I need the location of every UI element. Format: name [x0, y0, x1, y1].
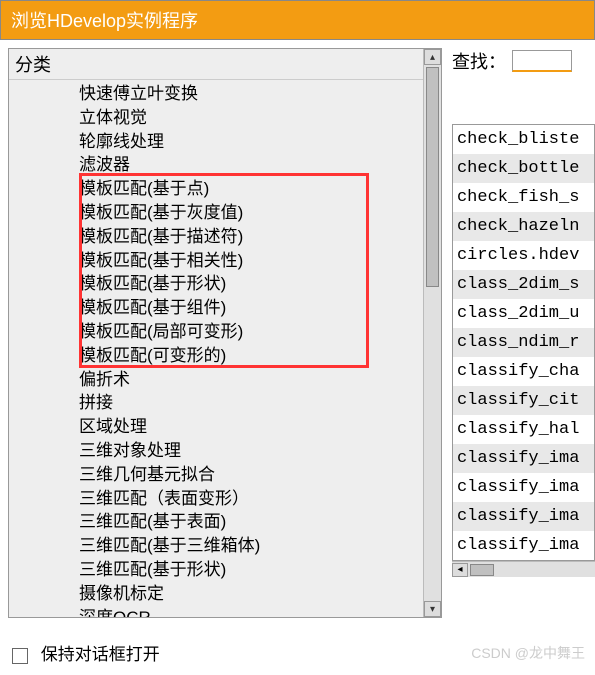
category-item[interactable]: 模板匹配(局部可变形)	[79, 320, 423, 344]
scroll-up-icon[interactable]: ▴	[424, 49, 441, 65]
result-row[interactable]: classify_ima	[453, 444, 594, 473]
result-row[interactable]: classify_cha	[453, 357, 594, 386]
scroll-left-icon[interactable]: ◂	[452, 563, 468, 577]
watermark: CSDN @龙中舞王	[471, 643, 585, 663]
result-row[interactable]: classify_ima	[453, 502, 594, 531]
main-content: 分类 快速傅立叶变换立体视觉轮廓线处理滤波器模板匹配(基于点)模板匹配(基于灰度…	[0, 40, 595, 618]
result-row[interactable]: classify_ima	[453, 473, 594, 502]
scroll-thumb-h[interactable]	[470, 564, 494, 576]
scroll-down-icon[interactable]: ▾	[424, 601, 441, 617]
category-item[interactable]: 模板匹配(基于形状)	[79, 272, 423, 296]
category-item[interactable]: 模板匹配(基于相关性)	[79, 249, 423, 273]
result-scrollbar-h[interactable]: ◂	[452, 561, 595, 577]
result-row[interactable]: check_bottle	[453, 154, 594, 183]
category-panel: 分类 快速傅立叶变换立体视觉轮廓线处理滤波器模板匹配(基于点)模板匹配(基于灰度…	[8, 48, 442, 618]
category-item[interactable]: 快速傅立叶变换	[79, 82, 423, 106]
category-list[interactable]: 快速傅立叶变换立体视觉轮廓线处理滤波器模板匹配(基于点)模板匹配(基于灰度值)模…	[9, 80, 423, 617]
keep-open-checkbox[interactable]: 保持对话框打开	[12, 640, 160, 665]
category-item[interactable]: 拼接	[79, 391, 423, 415]
category-scrollbar[interactable]: ▴ ▾	[423, 49, 441, 617]
result-row[interactable]: classify_hal	[453, 415, 594, 444]
result-list[interactable]: check_blistecheck_bottlecheck_fish_schec…	[452, 124, 595, 561]
result-row[interactable]: class_2dim_s	[453, 270, 594, 299]
search-input[interactable]	[512, 50, 572, 72]
category-item[interactable]: 深度OCR	[79, 606, 423, 617]
category-item[interactable]: 三维匹配(基于表面)	[79, 510, 423, 534]
category-box: 分类 快速傅立叶变换立体视觉轮廓线处理滤波器模板匹配(基于点)模板匹配(基于灰度…	[9, 49, 423, 617]
window-title: 浏览HDevelop实例程序	[0, 0, 595, 40]
result-row[interactable]: check_hazeln	[453, 212, 594, 241]
search-row: 查找：	[452, 48, 595, 74]
scroll-thumb[interactable]	[426, 67, 439, 287]
result-row[interactable]: class_2dim_u	[453, 299, 594, 328]
category-item[interactable]: 立体视觉	[79, 106, 423, 130]
result-row[interactable]: check_bliste	[453, 125, 594, 154]
category-item[interactable]: 区域处理	[79, 415, 423, 439]
category-item[interactable]: 模板匹配(可变形的)	[79, 344, 423, 368]
category-item[interactable]: 三维匹配（表面变形）	[79, 487, 423, 511]
result-row[interactable]: classify_cit	[453, 386, 594, 415]
result-row[interactable]: circles.hdev	[453, 241, 594, 270]
category-header: 分类	[9, 49, 423, 80]
result-row[interactable]: classify_ima	[453, 531, 594, 560]
footer: 保持对话框打开 CSDN @龙中舞王	[12, 640, 585, 665]
category-item[interactable]: 三维匹配(基于三维箱体)	[79, 534, 423, 558]
category-item[interactable]: 三维对象处理	[79, 439, 423, 463]
result-row[interactable]: check_fish_s	[453, 183, 594, 212]
category-item[interactable]: 模板匹配(基于组件)	[79, 296, 423, 320]
category-item[interactable]: 三维匹配(基于形状)	[79, 558, 423, 582]
category-item[interactable]: 轮廓线处理	[79, 130, 423, 154]
search-label: 查找：	[452, 48, 506, 74]
keep-open-label: 保持对话框打开	[41, 645, 160, 664]
category-item[interactable]: 模板匹配(基于描述符)	[79, 225, 423, 249]
right-panel: 查找： check_blistecheck_bottlecheck_fish_s…	[452, 48, 595, 577]
category-item[interactable]: 三维几何基元拟合	[79, 463, 423, 487]
checkbox-icon[interactable]	[12, 648, 28, 664]
category-item[interactable]: 偏折术	[79, 368, 423, 392]
result-row[interactable]: class_ndim_r	[453, 328, 594, 357]
category-item[interactable]: 摄像机标定	[79, 582, 423, 606]
category-item[interactable]: 模板匹配(基于点)	[79, 177, 423, 201]
category-item[interactable]: 模板匹配(基于灰度值)	[79, 201, 423, 225]
category-item[interactable]: 滤波器	[79, 153, 423, 177]
